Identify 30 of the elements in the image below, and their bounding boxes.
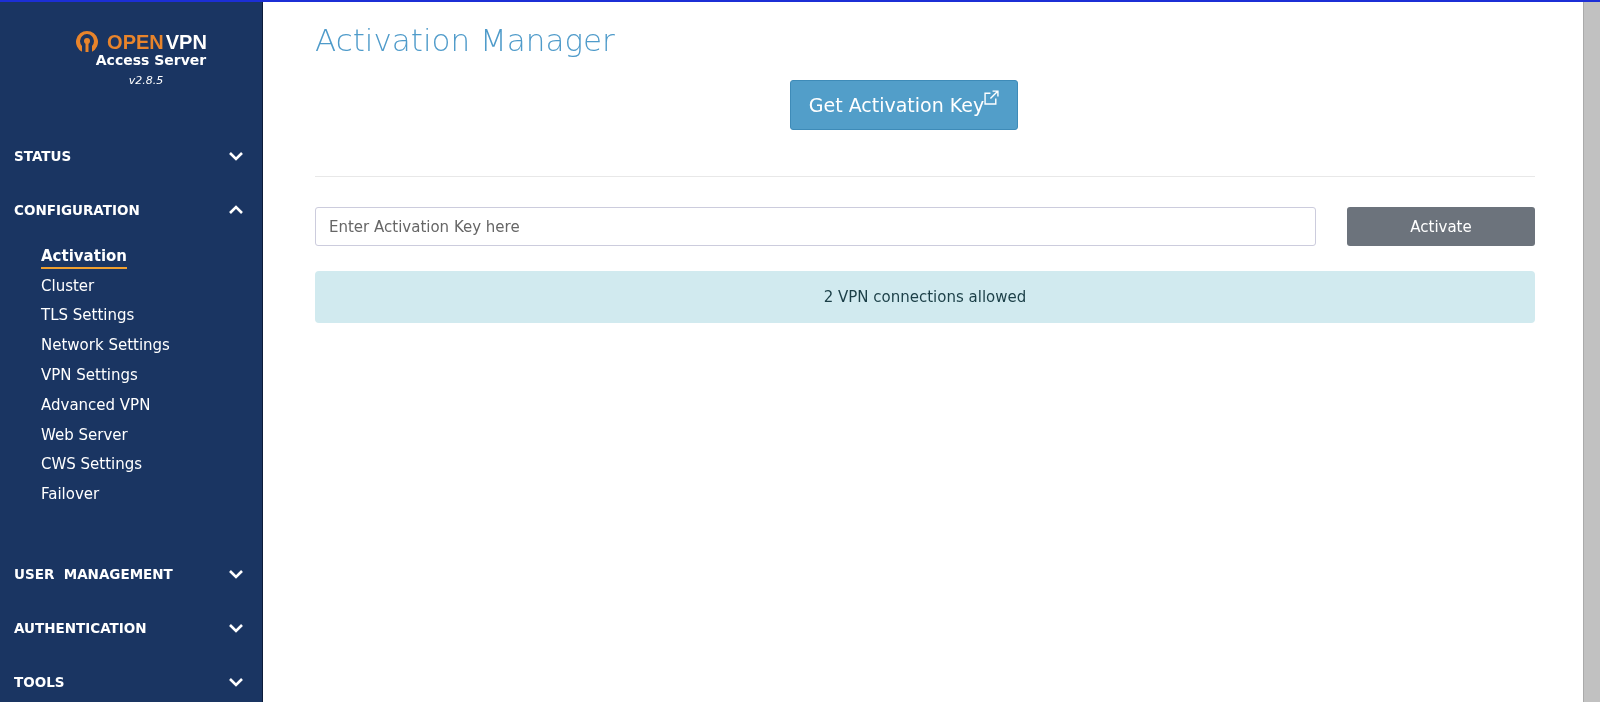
- version-label: v2.8.5: [128, 74, 164, 87]
- nav-link[interactable]: Web Server: [41, 425, 128, 448]
- brand-name: OPEN: [107, 30, 164, 54]
- nav-link[interactable]: VPN Settings: [41, 366, 138, 389]
- nav-link[interactable]: Advanced VPN: [41, 395, 151, 418]
- section-header[interactable]: CONFIGURATION: [14, 202, 140, 218]
- chevron-up-icon[interactable]: [228, 205, 244, 215]
- section-header[interactable]: AUTHENTICATION: [14, 620, 147, 637]
- activation-key-field[interactable]: Enter Activation Key here: [315, 207, 1316, 246]
- info-alert: 2 VPN connections allowed: [315, 271, 1535, 323]
- nav-link[interactable]: Cluster: [41, 276, 95, 299]
- nav-link[interactable]: Network Settings: [41, 336, 170, 359]
- nav-link[interactable]: TLS Settings: [41, 306, 135, 329]
- brand-name: VPN: [165, 30, 207, 54]
- nav-link[interactable]: Failover: [41, 485, 100, 508]
- chevron-down-icon[interactable]: [228, 677, 244, 688]
- section-header[interactable]: USER MANAGEMENT: [14, 566, 173, 583]
- activate-button[interactable]: Activate: [1347, 207, 1535, 246]
- nav-link[interactable]: CWS Settings: [41, 455, 143, 478]
- page-title: Activation Manager: [315, 22, 616, 58]
- chevron-down-icon[interactable]: [228, 569, 244, 580]
- scrollbar[interactable]: [1583, 2, 1600, 702]
- nav-link[interactable]: Activation: [41, 246, 127, 269]
- product-name: Access Server: [95, 52, 207, 68]
- keyhole-logo-icon: [75, 30, 100, 54]
- chevron-down-icon[interactable]: [228, 623, 244, 634]
- external-link-icon: [984, 90, 1000, 105]
- chevron-down-icon[interactable]: [228, 151, 244, 161]
- section-header[interactable]: STATUS: [14, 148, 72, 164]
- section-header[interactable]: TOOLS: [14, 674, 65, 691]
